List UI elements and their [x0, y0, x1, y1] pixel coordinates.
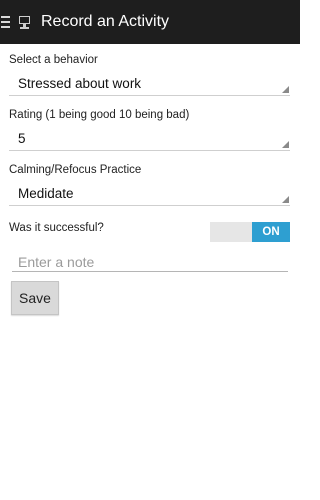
action-bar: Record an Activity	[0, 0, 300, 44]
save-button[interactable]: Save	[11, 281, 59, 315]
behavior-label: Select a behavior	[9, 54, 98, 66]
practice-label: Calming/Refocus Practice	[9, 164, 142, 176]
monitor-icon	[19, 15, 33, 29]
practice-value: Medidate	[18, 186, 74, 201]
rating-spinner[interactable]: 5	[9, 128, 290, 151]
success-toggle[interactable]: ON	[210, 222, 290, 242]
rating-label: Rating (1 being good 10 being bad)	[9, 109, 190, 121]
success-label: Was it successful?	[9, 222, 104, 234]
practice-spinner[interactable]: Medidate	[9, 183, 290, 206]
toggle-on-label: ON	[252, 222, 290, 242]
behavior-spinner[interactable]: Stressed about work	[9, 73, 290, 96]
behavior-value: Stressed about work	[18, 76, 142, 91]
rating-value: 5	[18, 131, 26, 146]
page-title: Record an Activity	[41, 13, 170, 30]
menu-icon[interactable]	[1, 16, 11, 28]
note-input[interactable]	[12, 252, 288, 272]
dropdown-arrow-icon	[282, 196, 289, 203]
dropdown-arrow-icon	[282, 141, 289, 148]
dropdown-arrow-icon	[282, 86, 289, 93]
